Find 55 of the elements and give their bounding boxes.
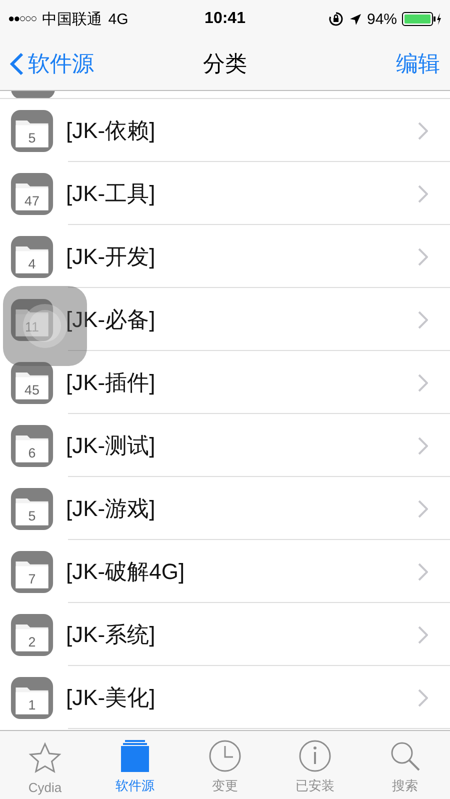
- chevron-right-icon: [418, 184, 428, 202]
- folder-icon: 47: [10, 172, 54, 216]
- section-name: [JK-测试]: [66, 432, 156, 460]
- battery-percent: 94%: [366, 10, 398, 28]
- section-row[interactable]: 45 [JK-插件]: [0, 351, 450, 414]
- folder-icon: 5: [10, 486, 54, 530]
- folder-icon: 2: [10, 612, 54, 656]
- folder-icon: 5: [10, 108, 54, 152]
- section-name: [JK-开发]: [66, 242, 156, 271]
- section-name: [JK-游戏]: [66, 494, 156, 523]
- tab[interactable]: 软件源: [90, 731, 180, 799]
- rotation-lock-icon: [328, 11, 344, 27]
- section-row[interactable]: 4 [JK-开发]: [0, 225, 450, 288]
- section-row[interactable]: 7 [JK-破解4G]: [0, 540, 450, 603]
- chevron-right-icon: [418, 562, 428, 580]
- chevron-right-icon: [418, 626, 428, 644]
- folder-icon: 11: [10, 298, 54, 342]
- chevron-right-icon: [418, 500, 428, 518]
- chevron-right-icon: [418, 310, 428, 328]
- chevron-right-icon: [418, 436, 428, 454]
- section-name: [JK-必备]: [66, 306, 156, 334]
- section-row[interactable]: 5 [JK-游戏]: [0, 477, 450, 540]
- section-name: [JK-依赖]: [66, 116, 156, 145]
- section-name: [JK-美化]: [66, 684, 156, 712]
- folder-icon: 7: [10, 550, 54, 594]
- chevron-left-icon: [10, 52, 24, 76]
- section-row[interactable]: 1 [JK-美化]: [0, 666, 450, 729]
- folder-icon: 6: [10, 424, 54, 468]
- section-name: [JK-系统]: [66, 620, 156, 649]
- network-type: 4G: [108, 10, 128, 28]
- chevron-right-icon: [418, 248, 428, 266]
- section-name: [JK-工具]: [66, 180, 156, 208]
- chevron-right-icon: [418, 122, 428, 140]
- section-row[interactable]: 11 [JK-必备]: [0, 288, 450, 351]
- carrier-name: 中国联通: [42, 10, 102, 28]
- folder-icon: 45: [10, 360, 54, 404]
- edit-button[interactable]: 编辑: [396, 49, 440, 79]
- section-name: [JK-破解4G]: [66, 558, 186, 586]
- section-row[interactable]: 6 [JK-测试]: [0, 414, 450, 477]
- signal-strength: ●●○○○: [8, 13, 36, 25]
- section-row[interactable]: 2 [JK-系统]: [0, 603, 450, 666]
- chevron-right-icon: [418, 688, 428, 706]
- folder-icon: 1: [10, 676, 54, 720]
- section-name: [JK-插件]: [66, 368, 156, 397]
- chevron-right-icon: [418, 374, 428, 392]
- page-title: 分类: [203, 51, 247, 76]
- back-button[interactable]: 软件源: [10, 49, 94, 79]
- battery-icon: [402, 11, 442, 27]
- clock-time: 10:41: [204, 10, 246, 28]
- clock-icon: [207, 738, 243, 774]
- folder-icon: 4: [10, 234, 54, 278]
- section-row[interactable]: 5 [JK-依赖]: [0, 99, 450, 162]
- location-arrow-icon: [348, 12, 362, 26]
- section-row[interactable]: 47 [JK-工具]: [0, 162, 450, 225]
- info-icon: [297, 738, 333, 774]
